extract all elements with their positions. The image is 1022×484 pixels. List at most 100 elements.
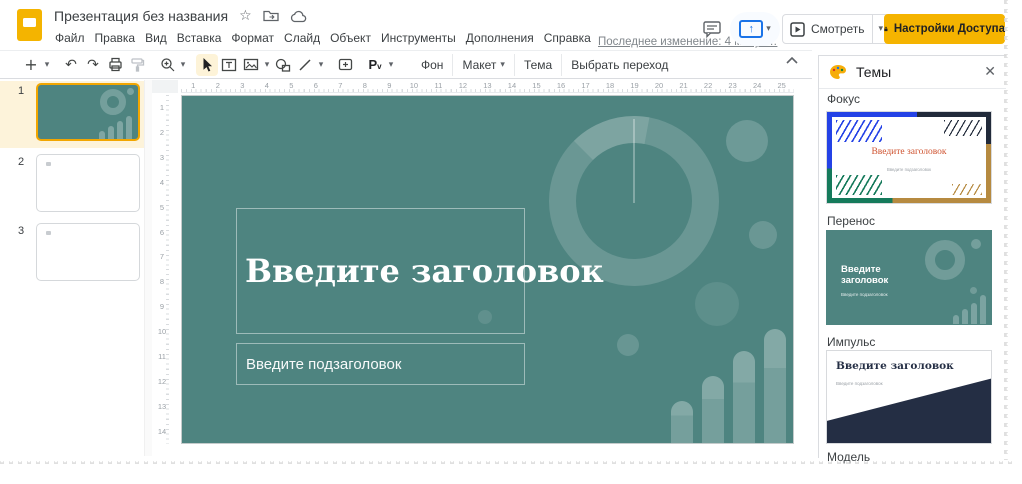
ruler-mark: 22	[696, 80, 721, 92]
close-icon[interactable]: ✕	[984, 64, 996, 80]
select-tool-button[interactable]	[196, 54, 218, 76]
ruler-mark: 18	[598, 80, 623, 92]
titlebar: Презентация без названия ☆ Файл Правка	[0, 0, 812, 50]
theme-name: Импульс	[827, 335, 875, 349]
toolbar-text-button[interactable]: Тема	[514, 54, 561, 76]
present-button[interactable]: ↑ ▾	[730, 12, 780, 46]
insert-image-button[interactable]	[240, 54, 262, 76]
menu-item[interactable]: Вставка	[172, 28, 227, 48]
menu-item[interactable]: Инструменты	[376, 28, 461, 48]
toolbar-text-button[interactable]: Фон	[412, 54, 452, 76]
theme-name: Перенос	[827, 214, 875, 228]
theme-transfer-thumbnail[interactable]: Введите заголовок Введите подзаголовок	[826, 230, 992, 325]
theme-impulse-thumbnail[interactable]: Введите заголовок Введите подзаголовок	[826, 350, 992, 444]
caret-down-icon[interactable]: ▾	[766, 24, 771, 34]
document-title[interactable]: Презентация без названия	[54, 8, 228, 24]
menu-item[interactable]: Формат	[226, 28, 279, 48]
slides-logo-page	[23, 18, 36, 27]
lock-icon	[884, 22, 888, 36]
ruler-mark: 9	[155, 294, 169, 319]
paint-format-button[interactable]	[126, 54, 148, 76]
title-placeholder[interactable]: Введите заголовок	[236, 208, 525, 334]
insert-comment-button[interactable]	[334, 54, 356, 76]
slides-logo-icon[interactable]	[17, 9, 42, 41]
slide-3-thumbnail[interactable]	[36, 223, 140, 281]
ruler-mark: 5	[155, 195, 169, 220]
text-box-button[interactable]	[218, 54, 240, 76]
decor-bars	[99, 116, 132, 139]
image-icon	[243, 58, 259, 71]
subtitle-placeholder-text: Введите подзаголовок	[237, 356, 401, 373]
filmstrip-scrollbar[interactable]	[144, 80, 152, 456]
share-button[interactable]: Настройки Доступа	[884, 14, 1005, 44]
decor-circle	[695, 282, 739, 326]
decor-dot	[970, 287, 977, 294]
cloud-saved-icon	[290, 10, 307, 23]
comment-plus-icon	[338, 58, 353, 71]
decor-donut-line	[633, 119, 635, 203]
ruler-mark: 16	[549, 80, 574, 92]
slide-thumbnail-row[interactable]: 2	[0, 152, 150, 216]
ruler-mark: 2	[206, 80, 231, 92]
ruler-mark: 10	[155, 319, 169, 344]
move-folder-icon[interactable]	[263, 9, 279, 23]
ruler-mark: 8	[155, 269, 169, 294]
ruler-mark: 14	[500, 80, 525, 92]
redo-button[interactable]: ↷	[82, 54, 104, 76]
torn-edge-right	[1004, 0, 1012, 460]
ruler-corner	[152, 80, 178, 93]
ruler-mark: 10	[402, 80, 427, 92]
slide-1-thumbnail[interactable]	[36, 83, 140, 141]
ruler-mark: 4	[155, 170, 169, 195]
ruler-mark: 4	[255, 80, 280, 92]
format-options-dropdown[interactable]: ▾	[386, 60, 396, 70]
title-placeholder-text: Введите заголовок	[237, 252, 604, 290]
menu-item[interactable]: Вид	[140, 28, 172, 48]
zoom-dropdown[interactable]: ▾	[178, 60, 188, 70]
slide-thumbnail-row[interactable]: 3	[0, 221, 150, 285]
line-dropdown[interactable]: ▾	[316, 60, 326, 70]
toolbar-text-button[interactable]: Выбрать переход	[561, 54, 677, 76]
collapse-toolbar-button[interactable]	[786, 57, 798, 64]
theme-name: Фокус	[827, 92, 860, 106]
undo-button[interactable]: ↶	[60, 54, 82, 76]
decor-dot	[971, 239, 981, 249]
menu-item[interactable]: Объект	[325, 28, 376, 48]
decor-bars	[671, 329, 786, 443]
toolbar: + ▾ ↶ ↷ ▾	[0, 50, 812, 79]
decor-ring	[925, 240, 965, 280]
menu-item[interactable]: Файл	[50, 28, 90, 48]
subtitle-placeholder[interactable]: Введите подзаголовок	[236, 343, 525, 385]
slide-thumbnail-row[interactable]: 1	[0, 81, 150, 148]
theme-focus-thumbnail[interactable]: Введите заголовок Введите подзаголовок	[826, 111, 992, 204]
themes-panel-title: Темы	[856, 64, 891, 80]
watch-button[interactable]: Смотреть ▾	[782, 14, 890, 44]
zoom-button[interactable]	[156, 54, 178, 76]
ruler-mark: 6	[304, 80, 329, 92]
menu-item[interactable]: Дополнения	[461, 28, 539, 48]
line-tool-button[interactable]	[294, 54, 316, 76]
text-box-icon	[221, 58, 237, 72]
shape-button[interactable]	[272, 54, 294, 76]
decor-circle	[617, 334, 639, 356]
slide-2-thumbnail[interactable]	[36, 154, 140, 212]
placeholder-mark	[46, 231, 51, 235]
slide-canvas[interactable]: Введите заголовок Введите подзаголовок	[181, 95, 794, 444]
format-options-button[interactable]: Pv	[364, 54, 386, 76]
image-dropdown[interactable]: ▾	[262, 60, 272, 70]
ruler-mark: 11	[155, 344, 169, 369]
ruler-mark: 9	[377, 80, 402, 92]
ruler-mark: 15	[524, 80, 549, 92]
theme-focus-frame: Введите заголовок Введите подзаголовок	[827, 112, 991, 203]
menu-item[interactable]: Правка	[90, 28, 141, 48]
shape-icon	[275, 58, 291, 72]
star-icon[interactable]: ☆	[239, 9, 252, 23]
new-slide-dropdown[interactable]: ▾	[42, 60, 52, 70]
new-slide-button[interactable]: +	[20, 54, 42, 76]
ruler-mark: 3	[230, 80, 255, 92]
menu-item[interactable]: Слайд	[279, 28, 325, 48]
toolbar-text-button[interactable]: Макет ▾	[452, 54, 514, 76]
comments-button[interactable]	[697, 14, 727, 44]
ruler-mark: 7	[328, 80, 353, 92]
print-button[interactable]	[104, 54, 126, 76]
